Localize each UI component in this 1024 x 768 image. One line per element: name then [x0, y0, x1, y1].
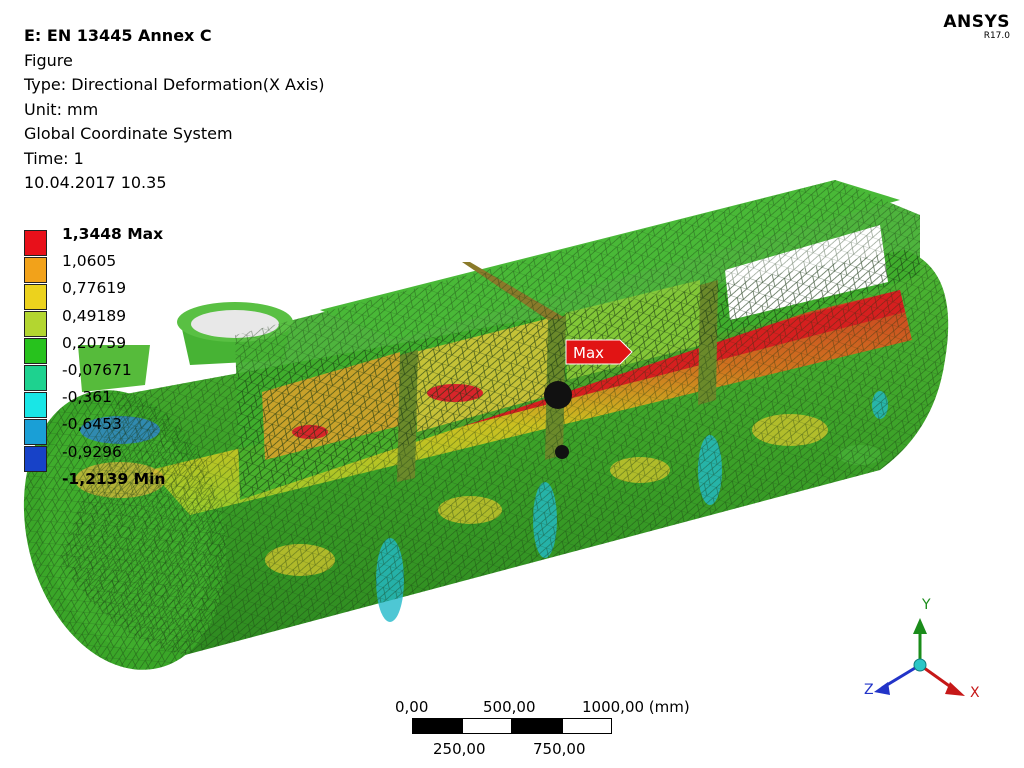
- scale-segment: [562, 718, 612, 734]
- scale-segment: [462, 718, 512, 734]
- legend-label: 0,49189: [62, 306, 127, 325]
- legend-swatch-2: [24, 257, 47, 283]
- legend-swatch-7: [24, 392, 47, 418]
- scale-label: 1000,00 (mm): [582, 698, 690, 716]
- legend-swatch-1: [24, 230, 47, 256]
- legend-label: -0,07671: [62, 360, 132, 379]
- legend-swatch-3: [24, 284, 47, 310]
- scale-bar: 0,00 500,00 1000,00 (mm) 250,00 750,00: [395, 698, 715, 768]
- legend-label: 0,77619: [62, 279, 127, 298]
- legend-swatch-9: [24, 446, 47, 472]
- legend-swatch-8: [24, 419, 47, 445]
- legend-label: -0,9296: [62, 442, 122, 461]
- legend-label: 0,20759: [62, 333, 127, 352]
- triad-x-label: X: [970, 685, 980, 701]
- scale-label: 250,00: [433, 740, 486, 758]
- legend-swatch-5: [24, 338, 47, 364]
- coordinate-triad[interactable]: Y X Z: [864, 597, 980, 701]
- legend-label: -0,361: [62, 388, 112, 407]
- scale-label: 750,00: [533, 740, 586, 758]
- max-marker: [544, 381, 572, 409]
- legend-min-label: -1,2139 Min: [62, 469, 166, 488]
- triad-y-label: Y: [921, 597, 931, 613]
- legend-label: -0,6453: [62, 415, 122, 434]
- scale-segment: [412, 718, 462, 734]
- scale-label: 0,00: [395, 698, 429, 716]
- legend-swatch-6: [24, 365, 47, 391]
- legend-bar: [24, 230, 47, 473]
- max-probe-text: Max: [573, 344, 604, 362]
- color-legend: 1,3448 Max 1,0605 0,77619 0,49189 0,2075…: [24, 225, 224, 488]
- legend-swatch-4: [24, 311, 47, 337]
- max-probe-label[interactable]: Max: [565, 339, 633, 365]
- legend-label: 1,0605: [62, 252, 117, 271]
- scale-segment: [512, 718, 562, 734]
- triad-z-label: Z: [864, 682, 874, 698]
- legend-max-label: 1,3448 Max: [62, 225, 164, 243]
- scale-label: 500,00: [483, 698, 536, 716]
- legend-labels: 1,3448 Max 1,0605 0,77619 0,49189 0,2075…: [62, 221, 165, 493]
